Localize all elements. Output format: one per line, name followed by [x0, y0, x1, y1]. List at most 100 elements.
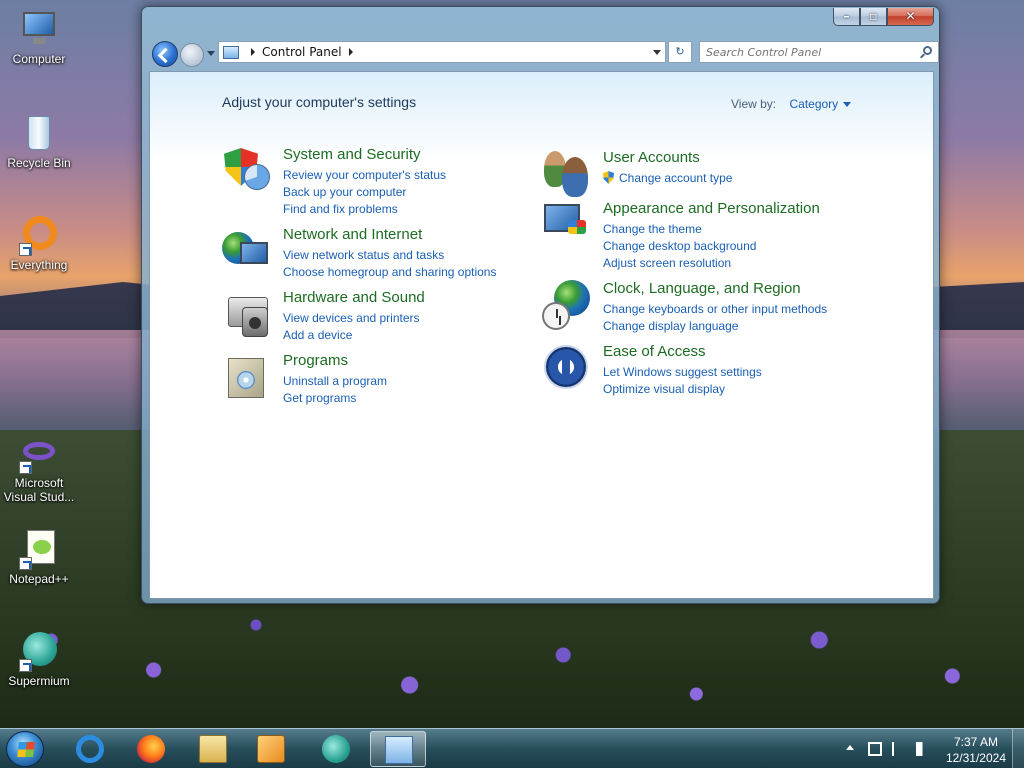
page-title: Adjust your computer's settings — [222, 94, 417, 110]
task-link-change-account-type[interactable]: Change account type — [603, 170, 732, 187]
display-paint-icon[interactable] — [542, 200, 592, 250]
task-link[interactable]: Change keyboards or other input methods — [603, 301, 827, 318]
forward-button[interactable] — [180, 43, 204, 67]
desktop-icon-label: Recycle Bin — [7, 156, 71, 170]
printer-speaker-icon[interactable] — [222, 289, 272, 339]
category-title[interactable]: Ease of Access — [603, 343, 706, 360]
tray-clock[interactable]: 7:37 AM 12/31/2024 — [946, 734, 1006, 766]
desktop-icon-everything[interactable]: Everything — [1, 216, 77, 272]
address-bar[interactable]: Control Panel — [218, 41, 666, 63]
task-link[interactable]: Get programs — [283, 390, 387, 407]
ease-of-access-icon[interactable] — [542, 343, 592, 393]
search-box[interactable] — [699, 41, 939, 63]
search-input[interactable] — [700, 42, 910, 62]
maximize-button[interactable]: ▫ — [860, 8, 887, 26]
minimize-button[interactable]: – — [833, 8, 860, 26]
category-title[interactable]: Programs — [283, 352, 348, 369]
show-desktop-button[interactable] — [1012, 729, 1024, 768]
show-hidden-icons-icon[interactable] — [846, 745, 854, 750]
task-link[interactable]: Change desktop background — [603, 238, 756, 255]
category-title[interactable]: Appearance and Personalization — [603, 200, 820, 217]
category-title[interactable]: System and Security — [283, 146, 421, 163]
globe-clock-icon[interactable] — [542, 280, 592, 330]
breadcrumb-control-panel[interactable]: Control Panel — [262, 45, 342, 59]
task-link[interactable]: Change display language — [603, 318, 827, 335]
category-title[interactable]: Clock, Language, and Region — [603, 280, 801, 297]
task-link[interactable]: Uninstall a program — [283, 373, 387, 390]
recycle-bin-icon — [19, 114, 59, 154]
system-tray: 7:37 AM 12/31/2024 — [844, 729, 1024, 768]
taskbar-app-control-panel[interactable] — [370, 731, 426, 767]
minimize-icon: – — [843, 9, 850, 23]
task-link[interactable]: Let Windows suggest settings — [603, 364, 762, 381]
desktop-icon-label: Microsoft Visual Stud... — [3, 476, 75, 504]
network-globe-icon[interactable] — [222, 226, 272, 276]
content-pane: Adjust your computer's settings View by:… — [149, 71, 934, 599]
maximize-icon: ▫ — [869, 9, 878, 23]
visual-studio-icon — [19, 434, 59, 474]
action-center-flag-icon[interactable] — [892, 742, 906, 756]
clock-time: 7:37 AM — [953, 735, 998, 749]
desktop-icon-supermium[interactable]: Supermium — [1, 632, 77, 688]
shortcut-arrow-icon — [19, 659, 32, 672]
close-icon: ✕ — [905, 9, 916, 23]
start-button[interactable] — [6, 731, 44, 767]
task-link[interactable]: View network status and tasks — [283, 247, 496, 264]
task-link[interactable]: Adjust screen resolution — [603, 255, 756, 272]
recent-pages-dropdown[interactable] — [207, 51, 215, 56]
task-link[interactable]: Change the theme — [603, 221, 756, 238]
desktop-icon-recycle-bin[interactable]: Recycle Bin — [1, 114, 77, 170]
network-icon[interactable] — [868, 742, 882, 756]
programs-box-icon[interactable] — [222, 352, 272, 402]
task-link[interactable]: Add a device — [283, 327, 420, 344]
view-by-dropdown[interactable]: Category — [789, 97, 851, 111]
breadcrumb-chevron-icon[interactable] — [348, 48, 353, 56]
task-link[interactable]: View devices and printers — [283, 310, 420, 327]
shortcut-arrow-icon — [19, 461, 32, 474]
refresh-icon: ↻ — [675, 45, 685, 58]
task-link[interactable]: Back up your computer — [283, 184, 446, 201]
breadcrumb-chevron-icon[interactable] — [251, 48, 255, 56]
users-icon[interactable] — [542, 149, 592, 199]
navigation-bar: Control Panel ↻ — [150, 39, 939, 69]
uac-shield-icon — [603, 171, 614, 184]
shortcut-arrow-icon — [19, 557, 32, 570]
task-link[interactable]: Optimize visual display — [603, 381, 762, 398]
refresh-button[interactable]: ↻ — [668, 41, 692, 63]
desktop-icon-computer[interactable]: Computer — [1, 10, 77, 66]
taskbar-app-firefox[interactable] — [123, 731, 179, 767]
desktop-icon-label: Everything — [10, 258, 68, 272]
supermium-icon — [322, 735, 350, 763]
back-button[interactable] — [152, 41, 178, 67]
shortcut-arrow-icon — [19, 243, 32, 256]
address-dropdown-icon[interactable] — [653, 50, 661, 55]
task-link[interactable]: Review your computer's status — [283, 167, 446, 184]
desktop-icon-label: Supermium — [8, 674, 70, 688]
category-title[interactable]: Network and Internet — [283, 226, 422, 243]
taskbar-app-media-player[interactable] — [243, 731, 299, 767]
media-player-icon — [257, 735, 285, 763]
everything-icon — [19, 216, 59, 256]
security-shield-icon[interactable] — [222, 146, 272, 196]
firefox-icon — [137, 735, 165, 763]
desktop-icon-notepad-plus-plus[interactable]: Notepad++ — [1, 530, 77, 586]
control-panel-icon — [223, 45, 239, 59]
category-title[interactable]: Hardware and Sound — [283, 289, 425, 306]
taskbar-app-internet-explorer[interactable] — [62, 731, 118, 767]
task-link-text: Change account type — [619, 171, 733, 185]
desktop-icon-visual-studio[interactable]: Microsoft Visual Stud... — [1, 434, 77, 504]
file-explorer-icon — [199, 735, 227, 763]
task-link[interactable]: Find and fix problems — [283, 201, 446, 218]
control-panel-icon — [385, 736, 413, 764]
taskbar-app-supermium[interactable] — [308, 731, 364, 767]
supermium-icon — [19, 632, 59, 672]
category-title[interactable]: User Accounts — [603, 149, 700, 166]
taskbar-app-file-explorer[interactable] — [185, 731, 241, 767]
close-button[interactable]: ✕ — [887, 8, 934, 26]
volume-muted-icon[interactable] — [916, 742, 930, 756]
clock-date: 12/31/2024 — [945, 751, 1006, 765]
desktop-icon-label: Computer — [12, 52, 66, 66]
search-icon[interactable] — [923, 46, 932, 55]
task-link[interactable]: Choose homegroup and sharing options — [283, 264, 496, 281]
caption-buttons: – ▫ ✕ — [833, 8, 934, 26]
